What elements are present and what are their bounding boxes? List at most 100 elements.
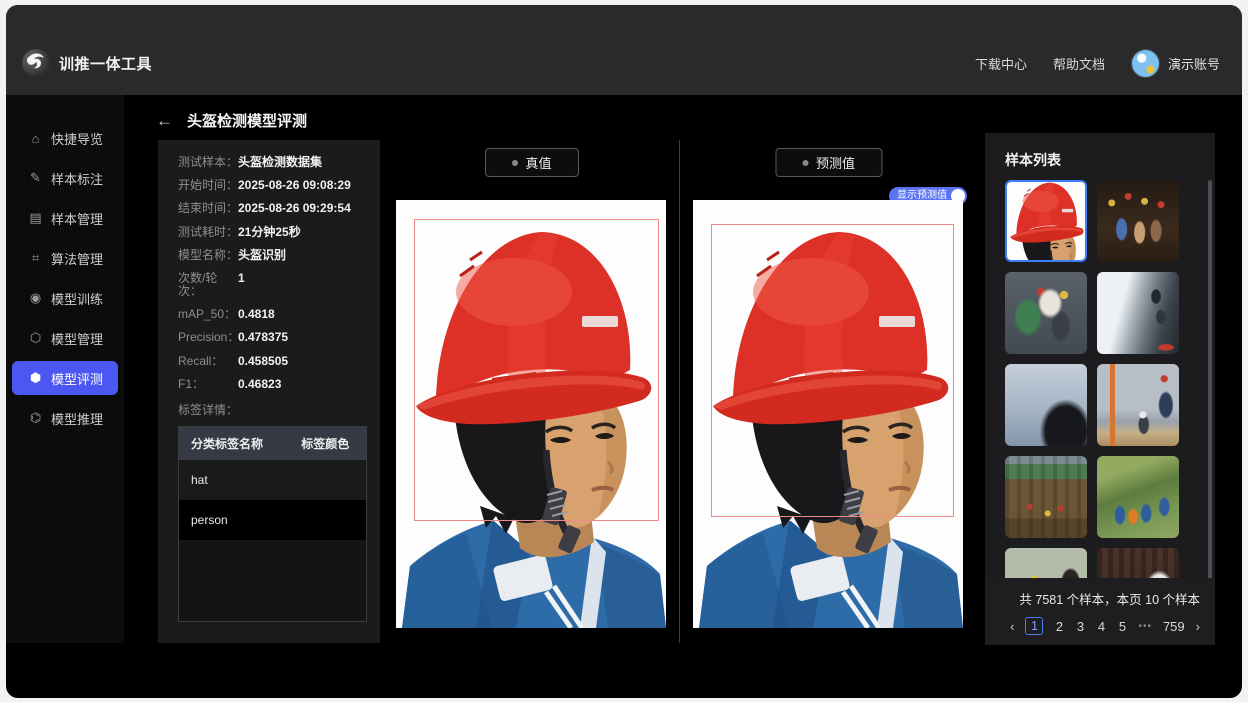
info-value: 0.458505: [238, 353, 289, 368]
sample-thumbnail-helmet-man[interactable]: [1005, 180, 1087, 262]
sample-list-title: 样本列表: [1005, 152, 1061, 168]
info-value: 0.478375: [238, 330, 289, 345]
sidebar-item-model-inference[interactable]: ⌬ 模型推理: [12, 401, 118, 435]
info-value: 21分钟25秒: [238, 224, 301, 239]
home-icon: ⌂: [31, 130, 40, 146]
annotate-icon: ✎: [30, 170, 41, 185]
pagination-page-1[interactable]: 1: [1025, 617, 1044, 635]
sample-list-footer: 共 7581 个样本，本页 10 个样本 ‹ 1 2 3 4 5 ••• 759 ›: [985, 578, 1215, 645]
pagination-page-4[interactable]: 4: [1096, 619, 1106, 634]
sidebar-item-model-training[interactable]: ◉ 模型训练: [12, 281, 118, 315]
sample-thumbnail-scaffolding-site[interactable]: [1005, 456, 1087, 538]
sample-list-panel: 样本列表 共 7581 个样本，本页 10 个样本 ‹ 1 2 3 4 5 ••• 759 ›: [985, 133, 1215, 645]
info-value: 头盔识别: [238, 247, 287, 262]
label-table-body: hat person: [179, 459, 366, 540]
top-bar: 训推一体工具 下载中心 帮助文档 演示账号: [6, 5, 1242, 95]
pagination-prev-icon[interactable]: ‹: [1010, 619, 1014, 634]
info-value: 0.4818: [238, 307, 275, 322]
info-label: mAP_50：: [178, 307, 237, 322]
help-docs-link[interactable]: 帮助文档: [1053, 54, 1105, 73]
compare-area: 真值 预测值 显示预测值: [383, 140, 977, 643]
sidebar-item-model-evaluation[interactable]: ⬢ 模型评测: [12, 361, 118, 395]
info-label: 次数/轮次：: [178, 270, 218, 298]
ground-truth-panel: 真值: [383, 140, 680, 643]
info-value: 0.46823: [238, 376, 282, 391]
thumbnail-image: [1005, 272, 1087, 354]
thumbnail-image: [1005, 456, 1087, 538]
ground-truth-image[interactable]: [396, 200, 666, 628]
info-row-1: 开始时间： 2025-08-26 09:08:29: [178, 179, 367, 192]
evaluation-info-panel: 测试样本： 头盔检测数据集 开始时间： 2025-08-26 09:08:29 结束时间…: [158, 140, 380, 643]
pagination-ellipsis[interactable]: •••: [1138, 621, 1152, 632]
prediction-label: 预测值: [815, 156, 856, 171]
app-window: 训推一体工具 下载中心 帮助文档 演示账号 ⌂ 快捷导览 ✎ 样本标注 ▤ 样本管理 ⌗ 算法…: [6, 5, 1242, 698]
prediction-panel: 预测值 显示预测值: [680, 140, 977, 643]
thumbnail-image: [1097, 548, 1179, 578]
sample-thumbnail-rebar-wall[interactable]: [1097, 548, 1179, 578]
sidebar-item-algorithm-management[interactable]: ⌗ 算法管理: [12, 241, 118, 275]
truth-bbox: [413, 219, 660, 521]
sidebar-item-label: 快捷导览: [51, 131, 104, 147]
screenshot-frame: 训推一体工具 下载中心 帮助文档 演示账号 ⌂ 快捷导览 ✎ 样本标注 ▤ 样本管理 ⌗ 算法…: [0, 0, 1248, 702]
info-row-2: 结束时间： 2025-08-26 09:29:54: [178, 202, 367, 215]
thumbnail-image: [1097, 456, 1179, 538]
sidebar-item-label: 算法管理: [51, 251, 104, 267]
labels-caption: 标签详情：: [178, 402, 239, 417]
sample-thumbnail-silhouette-worker[interactable]: [1005, 364, 1087, 446]
info-row-6: mAP_50： 0.4818: [178, 308, 367, 321]
back-arrow-icon[interactable]: ←: [156, 112, 173, 129]
inference-icon: ⌬: [29, 410, 42, 425]
sidebar-item-label: 样本管理: [51, 211, 104, 227]
sample-thumbnail-rescue-scene[interactable]: [1005, 272, 1087, 354]
thumbnail-image: [1097, 364, 1179, 446]
info-label: 模型名称：: [178, 247, 239, 262]
pagination-page-5[interactable]: 5: [1117, 619, 1127, 634]
thumbnail-image: [1097, 180, 1179, 262]
prediction-image[interactable]: [693, 200, 963, 628]
label-table-header: 分类标签名称 标签颜色: [179, 426, 366, 460]
ground-truth-button[interactable]: 真值: [484, 148, 579, 177]
pagination-next-icon[interactable]: ›: [1196, 619, 1200, 634]
pagination-page-2[interactable]: 2: [1054, 619, 1064, 634]
sample-thumbnail-field-linemen[interactable]: [1097, 456, 1179, 538]
sample-thumbnail-miners-group[interactable]: [1097, 180, 1179, 262]
scrollbar-thumb[interactable]: [1208, 180, 1212, 580]
label-name-header: 分类标签名称: [191, 436, 264, 451]
info-value: 2025-08-26 09:08:29: [238, 178, 351, 193]
info-label: 开始时间：: [178, 178, 239, 193]
account-menu[interactable]: 演示账号: [1130, 48, 1220, 78]
sidebar-item-label: 模型评测: [51, 371, 104, 387]
model-icon: ⬡: [29, 330, 42, 345]
pagination-page-759[interactable]: 759: [1163, 619, 1185, 634]
download-center-link[interactable]: 下载中心: [975, 54, 1027, 73]
sidebar-item-quick-nav[interactable]: ⌂ 快捷导览: [12, 121, 118, 155]
document-icon: ▤: [29, 210, 42, 225]
sample-thumbnail-cliff-climbers[interactable]: [1097, 272, 1179, 354]
code-icon: ⌗: [31, 250, 40, 265]
sample-thumbnail-construction-crane[interactable]: [1097, 364, 1179, 446]
thumbnail-image: [1005, 364, 1087, 446]
label-name: person: [191, 512, 228, 527]
sidebar: ⌂ 快捷导览 ✎ 样本标注 ▤ 样本管理 ⌗ 算法管理 ◉ 模型训练 ⬡ 模型管理 ⬢ 模型评测 ⌬ 模型推理: [6, 95, 124, 643]
page-header: ← 头盔检测模型评测: [156, 110, 307, 131]
prediction-button[interactable]: 预测值: [774, 148, 883, 177]
training-icon: ◉: [29, 290, 42, 305]
avatar[interactable]: [1130, 48, 1160, 78]
app-title: 训推一体工具: [59, 55, 153, 73]
sample-thumbnail-indoor-yellow-hat[interactable]: [1005, 548, 1087, 578]
account-name: 演示账号: [1167, 56, 1220, 72]
thumbnail-grid: [1005, 180, 1179, 578]
info-row-4: 模型名称： 头盔识别: [178, 247, 367, 262]
sidebar-item-sample-management[interactable]: ▤ 样本管理: [12, 201, 118, 235]
info-rows: 测试样本： 头盔检测数据集 开始时间： 2025-08-26 09:08:29 结束时间…: [178, 156, 367, 391]
pagination-page-3[interactable]: 3: [1075, 619, 1085, 634]
sidebar-item-label: 模型推理: [51, 411, 104, 427]
sidebar-item-model-management[interactable]: ⬡ 模型管理: [12, 321, 118, 355]
info-row-8: Recall： 0.458505: [178, 353, 367, 368]
info-row-3: 测试耗时： 21分钟25秒: [178, 224, 367, 239]
info-label: 测试耗时：: [178, 224, 239, 239]
bullet-icon: [511, 159, 518, 166]
sidebar-item-label: 样本标注: [51, 171, 104, 187]
label-row-hat: hat: [179, 459, 366, 500]
sidebar-item-sample-annotation[interactable]: ✎ 样本标注: [12, 161, 118, 195]
